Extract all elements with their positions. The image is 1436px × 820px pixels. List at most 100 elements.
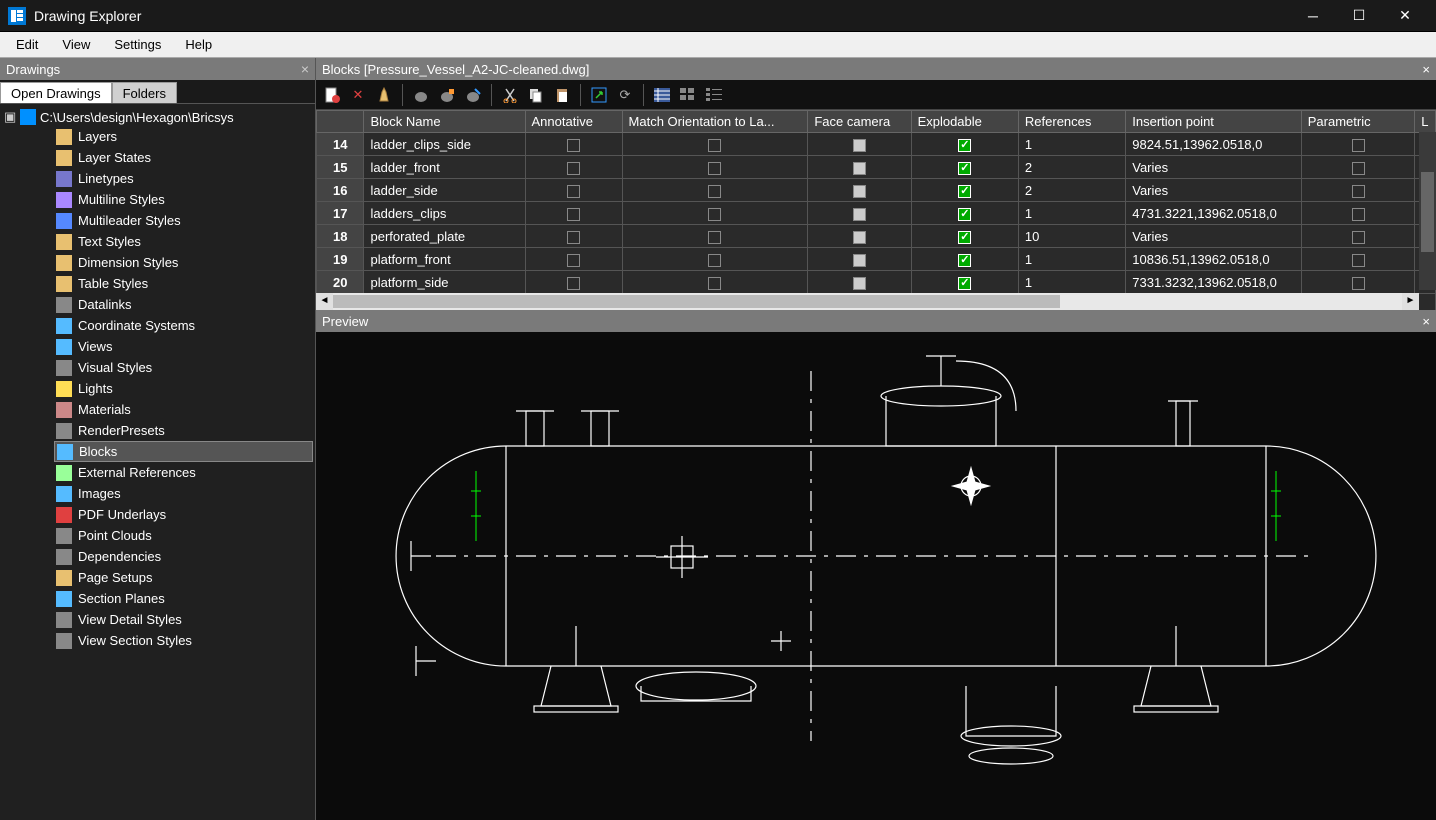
- tool-a-button[interactable]: [409, 83, 433, 107]
- blocks-panel-close-icon[interactable]: ×: [1422, 62, 1430, 77]
- drawings-panel-close-icon[interactable]: ×: [301, 61, 309, 77]
- tool-c-button[interactable]: [461, 83, 485, 107]
- menu-settings[interactable]: Settings: [102, 35, 173, 54]
- menu-help[interactable]: Help: [173, 35, 224, 54]
- checkbox[interactable]: [1352, 139, 1365, 152]
- preview-panel-close-icon[interactable]: ×: [1422, 314, 1430, 329]
- tree-item-views[interactable]: Views: [54, 336, 313, 357]
- checkbox[interactable]: [1352, 185, 1365, 198]
- checkbox[interactable]: [853, 277, 866, 290]
- checkbox[interactable]: [708, 277, 721, 290]
- checkbox[interactable]: [567, 185, 580, 198]
- view-details-button[interactable]: [650, 83, 674, 107]
- tree-item-layer-states[interactable]: Layer States: [54, 147, 313, 168]
- checkbox[interactable]: [708, 254, 721, 267]
- tab-open-drawings[interactable]: Open Drawings: [0, 82, 112, 103]
- new-button[interactable]: [320, 83, 344, 107]
- tool-b-button[interactable]: [435, 83, 459, 107]
- insert-button[interactable]: [587, 83, 611, 107]
- checkbox[interactable]: [958, 185, 971, 198]
- cut-button[interactable]: [498, 83, 522, 107]
- tree-item-multiline-styles[interactable]: Multiline Styles: [54, 189, 313, 210]
- col-header[interactable]: L: [1415, 111, 1436, 133]
- tree-item-view-detail-styles[interactable]: View Detail Styles: [54, 609, 313, 630]
- col-header[interactable]: Annotative: [525, 111, 622, 133]
- tree-item-materials[interactable]: Materials: [54, 399, 313, 420]
- maximize-button[interactable]: ☐: [1336, 0, 1382, 32]
- table-row[interactable]: 19platform_front110836.51,13962.0518,0: [317, 248, 1436, 271]
- checkbox[interactable]: [1352, 254, 1365, 267]
- tree-item-layers[interactable]: Layers: [54, 126, 313, 147]
- tree-item-pdf-underlays[interactable]: PDF Underlays: [54, 504, 313, 525]
- checkbox[interactable]: [958, 231, 971, 244]
- vertical-scrollbar[interactable]: [1419, 132, 1436, 290]
- tree-root[interactable]: ▣ C:\Users\design\Hexagon\Bricsys: [2, 108, 313, 126]
- tree-item-multileader-styles[interactable]: Multileader Styles: [54, 210, 313, 231]
- checkbox[interactable]: [1352, 162, 1365, 175]
- table-row[interactable]: 17ladders_clips14731.3221,13962.0518,0: [317, 202, 1436, 225]
- tab-folders[interactable]: Folders: [112, 82, 177, 103]
- tree-item-external-references[interactable]: External References: [54, 462, 313, 483]
- tree-item-page-setups[interactable]: Page Setups: [54, 567, 313, 588]
- close-button[interactable]: ✕: [1382, 0, 1428, 32]
- tree-item-view-section-styles[interactable]: View Section Styles: [54, 630, 313, 651]
- checkbox[interactable]: [853, 231, 866, 244]
- paste-button[interactable]: [550, 83, 574, 107]
- checkbox[interactable]: [853, 139, 866, 152]
- checkbox[interactable]: [958, 254, 971, 267]
- col-header[interactable]: Explodable: [911, 111, 1018, 133]
- tree-item-section-planes[interactable]: Section Planes: [54, 588, 313, 609]
- preview-canvas[interactable]: [316, 332, 1436, 820]
- col-header[interactable]: Block Name: [364, 111, 525, 133]
- col-header[interactable]: Match Orientation to La...: [622, 111, 808, 133]
- refresh-button[interactable]: ⟳: [613, 83, 637, 107]
- table-row[interactable]: 14ladder_clips_side19824.51,13962.0518,0: [317, 133, 1436, 156]
- checkbox[interactable]: [567, 231, 580, 244]
- col-header[interactable]: References: [1018, 111, 1125, 133]
- table-row[interactable]: 20platform_side17331.3232,13962.0518,0: [317, 271, 1436, 294]
- table-row[interactable]: 18perforated_plate10Varies: [317, 225, 1436, 248]
- checkbox[interactable]: [567, 277, 580, 290]
- tree-item-blocks[interactable]: Blocks: [54, 441, 313, 462]
- checkbox[interactable]: [567, 139, 580, 152]
- tree-item-text-styles[interactable]: Text Styles: [54, 231, 313, 252]
- tree-item-point-clouds[interactable]: Point Clouds: [54, 525, 313, 546]
- scroll-right-button[interactable]: ►: [1402, 293, 1419, 310]
- tree-item-table-styles[interactable]: Table Styles: [54, 273, 313, 294]
- checkbox[interactable]: [708, 231, 721, 244]
- checkbox[interactable]: [853, 254, 866, 267]
- view-list-button[interactable]: [702, 83, 726, 107]
- checkbox[interactable]: [708, 185, 721, 198]
- copy-button[interactable]: [524, 83, 548, 107]
- checkbox[interactable]: [958, 162, 971, 175]
- checkbox[interactable]: [1352, 208, 1365, 221]
- table-row[interactable]: 15ladder_front2Varies: [317, 156, 1436, 179]
- checkbox[interactable]: [567, 208, 580, 221]
- expander-icon[interactable]: ▣: [4, 109, 16, 125]
- view-icons-button[interactable]: [676, 83, 700, 107]
- scroll-left-button[interactable]: ◄: [316, 293, 333, 310]
- checkbox[interactable]: [853, 162, 866, 175]
- checkbox[interactable]: [853, 185, 866, 198]
- tree-item-renderpresets[interactable]: RenderPresets: [54, 420, 313, 441]
- col-header[interactable]: Insertion point: [1126, 111, 1301, 133]
- checkbox[interactable]: [853, 208, 866, 221]
- tree-item-images[interactable]: Images: [54, 483, 313, 504]
- tree-item-visual-styles[interactable]: Visual Styles: [54, 357, 313, 378]
- checkbox[interactable]: [567, 162, 580, 175]
- tree-item-dependencies[interactable]: Dependencies: [54, 546, 313, 567]
- horizontal-scrollbar[interactable]: ◄ ►: [316, 293, 1419, 310]
- tree-item-lights[interactable]: Lights: [54, 378, 313, 399]
- purge-button[interactable]: [372, 83, 396, 107]
- checkbox[interactable]: [1352, 231, 1365, 244]
- tree-item-dimension-styles[interactable]: Dimension Styles: [54, 252, 313, 273]
- col-header[interactable]: Parametric: [1301, 111, 1415, 133]
- checkbox[interactable]: [958, 277, 971, 290]
- checkbox[interactable]: [708, 162, 721, 175]
- checkbox[interactable]: [958, 208, 971, 221]
- table-row[interactable]: 16ladder_side2Varies: [317, 179, 1436, 202]
- checkbox[interactable]: [958, 139, 971, 152]
- col-header[interactable]: Face camera: [808, 111, 911, 133]
- tree-item-linetypes[interactable]: Linetypes: [54, 168, 313, 189]
- tree-item-coordinate-systems[interactable]: Coordinate Systems: [54, 315, 313, 336]
